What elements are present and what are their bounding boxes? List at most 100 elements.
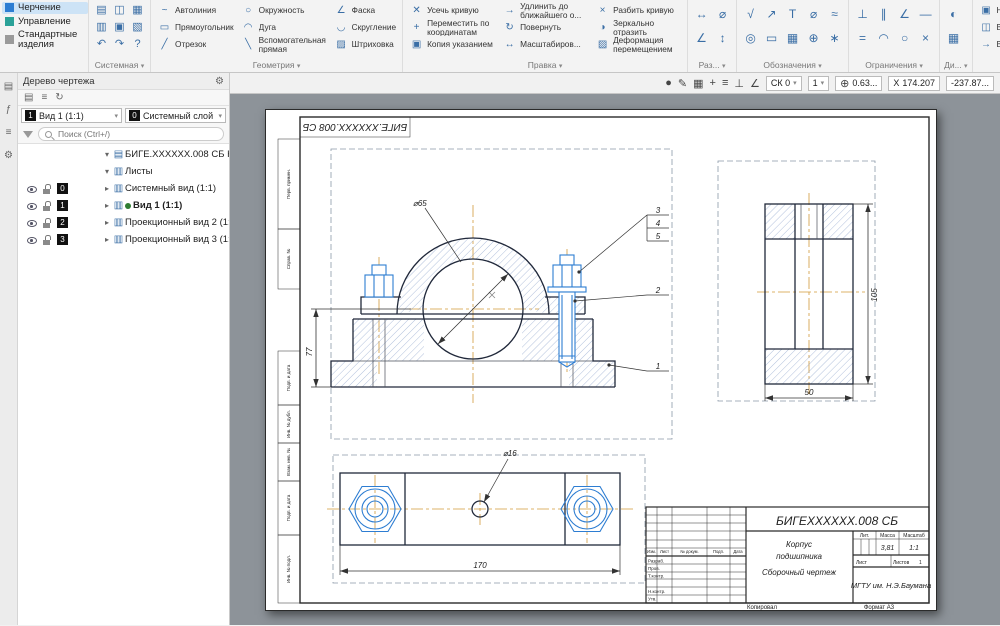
leader-icon[interactable]: ↗	[762, 2, 781, 25]
perpendicular-icon[interactable]: ⊥	[853, 2, 872, 25]
ortho-icon[interactable]: ⊥	[734, 77, 744, 90]
current-layer-select[interactable]: 0 Системный слой ▾	[125, 108, 226, 123]
open-document-icon[interactable]: ◫	[111, 2, 128, 17]
tree-sheets-item[interactable]: ▾ ▥ Листы	[18, 163, 229, 180]
group-label-edit[interactable]: Правка ▾	[407, 60, 683, 72]
expander-icon[interactable]: ▾	[102, 167, 112, 176]
y-coordinate-field[interactable]: -237.87...	[946, 76, 994, 91]
tangent-icon[interactable]: ◠	[874, 26, 893, 49]
search-input[interactable]	[56, 128, 217, 140]
lock-icon[interactable]	[43, 184, 51, 194]
ribbon-item-chamfer[interactable]: ∠Фаска	[332, 2, 398, 19]
angle-constraint-icon[interactable]: ∠	[895, 2, 914, 25]
fix-icon[interactable]: ×	[916, 26, 935, 49]
ribbon-item-segment[interactable]: ╱Отрезок	[155, 36, 236, 53]
coincident-icon[interactable]: ○	[895, 26, 914, 49]
tree-root-item[interactable]: ▾ ▤ БИГЕ.XXXXXX.008 СБ Кор...	[18, 146, 229, 163]
tree-item-system-view[interactable]: 0 ▸ ▥ Системный вид (1:1)	[18, 180, 229, 197]
properties-icon[interactable]: ▧	[129, 19, 146, 34]
marking-icon[interactable]: ∗	[825, 26, 844, 49]
ribbon-item-arc[interactable]: ◠Дуга	[239, 19, 329, 36]
dim-d16[interactable]: ⌀16	[503, 449, 517, 458]
layer-field[interactable]: 1 ▾	[808, 76, 830, 91]
tab-drawing[interactable]: Черчение	[2, 2, 88, 14]
parallel-icon[interactable]: ∥	[874, 2, 893, 25]
dim-77[interactable]: 77	[305, 347, 314, 356]
ribbon-item-trim-curve[interactable]: ✕Усечь кривую	[407, 2, 497, 19]
ribbon-item-extend[interactable]: →Удлинить до ближайшего о...	[500, 2, 590, 19]
group-label-notation[interactable]: Обозначения ▾	[741, 60, 844, 72]
ribbon-item-view-by-arrow[interactable]: →Вид по стрелке	[977, 36, 1000, 53]
help-icon[interactable]: ?	[129, 36, 146, 51]
ribbon-item-rectangle[interactable]: ▭Прямоугольник	[155, 19, 236, 36]
group-label-geometry[interactable]: Геометрия ▾	[155, 60, 398, 72]
undo-icon[interactable]: ↶	[93, 36, 110, 51]
expander-icon[interactable]: ▸	[102, 184, 112, 193]
ribbon-item-rotate[interactable]: ↻Повернуть	[500, 19, 590, 36]
wave-line-icon[interactable]: ≈	[825, 2, 844, 25]
group-label-dimensions[interactable]: Раз... ▾	[692, 60, 732, 72]
ribbon-item-copy-by-point[interactable]: ▣Копия указанием	[407, 36, 497, 53]
drawing-canvas[interactable]: БИГЕ.XXXXXX.008 СБ Перв. примен. Справ. …	[265, 109, 937, 611]
ribbon-item-move-by-coords[interactable]: +Переместить по координатам	[407, 19, 497, 36]
snap-icon[interactable]: +	[710, 77, 716, 89]
settings-panel-icon[interactable]: ⚙	[4, 150, 13, 161]
dim-50[interactable]: 50	[805, 388, 814, 397]
ribbon-item-hatch[interactable]: ▨Штриховка	[332, 36, 398, 53]
lock-icon[interactable]	[43, 235, 51, 245]
visibility-eye-icon[interactable]	[27, 184, 37, 193]
dim-d65[interactable]: ⌀65	[413, 199, 427, 208]
tab-management[interactable]: Управление	[2, 16, 88, 28]
tree-item-projection-view-3[interactable]: 3 ▸ ▥ Проекционный вид 3 (1:1	[18, 231, 229, 248]
group-label-diagnostics[interactable]: Ди... ▾	[944, 60, 967, 72]
new-document-icon[interactable]: ▤	[93, 2, 110, 17]
title-block[interactable]: БИГЕХХХХХХ.008 СБ Корпус подшипника Сбор…	[646, 507, 931, 611]
ribbon-item-fillet[interactable]: ◡Скругление	[332, 19, 398, 36]
tab-standard-parts[interactable]: Стандартные изделия	[2, 29, 88, 50]
dim-105[interactable]: 105	[870, 288, 879, 302]
layers-icon[interactable]: ≡	[722, 77, 728, 89]
tree-list-icon[interactable]: ≡	[41, 92, 47, 103]
callout-1[interactable]: 1	[656, 362, 660, 371]
lock-icon[interactable]	[43, 201, 51, 211]
current-view-select[interactable]: 1 Вид 1 (1:1) ▾	[21, 108, 122, 123]
ribbon-item-mirror[interactable]: ◑Зеркально отразить	[593, 19, 683, 36]
ribbon-item-scale[interactable]: ↔Масштабиров...	[500, 36, 590, 53]
text-icon[interactable]: T	[783, 2, 802, 25]
ribbon-item-view-from-model[interactable]: ◫Вид с модели...	[977, 19, 1000, 36]
variables-panel-icon[interactable]: ƒ	[6, 104, 12, 115]
tree-refresh-icon[interactable]: ↻	[55, 92, 63, 103]
group-label-views[interactable]: Виды ▾	[977, 60, 1000, 72]
pencil-icon[interactable]: ✎	[678, 77, 687, 90]
callout-2[interactable]: 2	[655, 286, 661, 295]
save-icon[interactable]: ▦	[129, 2, 146, 17]
diameter-mark-icon[interactable]: ⌀	[804, 2, 823, 25]
table-icon[interactable]: ▦	[783, 26, 802, 49]
surface-finish-icon[interactable]: √	[741, 2, 760, 25]
drawing-sheet[interactable]: БИГЕ.XXXXXX.008 СБ Перв. примен. Справ. …	[265, 109, 937, 611]
linear-dimension-icon[interactable]: ↔	[692, 2, 711, 25]
callout-5[interactable]: 5	[656, 232, 661, 241]
zoom-field[interactable]: ⊕ 0.63...	[835, 76, 882, 91]
print-icon[interactable]: ▥	[93, 19, 110, 34]
center-mark-icon[interactable]: ⊕	[804, 26, 823, 49]
redo-icon[interactable]: ↷	[111, 36, 128, 51]
angle-snap-icon[interactable]: ∠	[750, 77, 760, 90]
dim-170[interactable]: 170	[473, 561, 487, 570]
expander-icon[interactable]: ▸	[102, 201, 112, 210]
filter-icon[interactable]	[23, 131, 33, 138]
horizontal-icon[interactable]: —	[916, 2, 935, 25]
expander-icon[interactable]: ▾	[102, 150, 112, 159]
angular-dimension-icon[interactable]: ∠	[692, 26, 711, 49]
ribbon-item-deform-move[interactable]: ▨Деформация перемещением	[593, 36, 683, 53]
visibility-eye-icon[interactable]	[27, 218, 37, 227]
ribbon-item-auxiliary-line[interactable]: ╲Вспомогательная прямая	[239, 36, 329, 53]
datum-icon[interactable]: ◎	[741, 26, 760, 49]
tree-item-projection-view-2[interactable]: 2 ▸ ▥ Проекционный вид 2 (1:1	[18, 214, 229, 231]
ribbon-item-autoline[interactable]: ~Автолиния	[155, 2, 236, 19]
search-box[interactable]	[38, 127, 224, 141]
coordinate-system-select[interactable]: СК 0 ▾	[766, 76, 802, 91]
vertical-dimension-icon[interactable]: ↕	[713, 26, 732, 49]
sheets-panel-icon[interactable]: ▤	[4, 81, 13, 92]
layers-panel-icon[interactable]: ≡	[6, 127, 12, 138]
